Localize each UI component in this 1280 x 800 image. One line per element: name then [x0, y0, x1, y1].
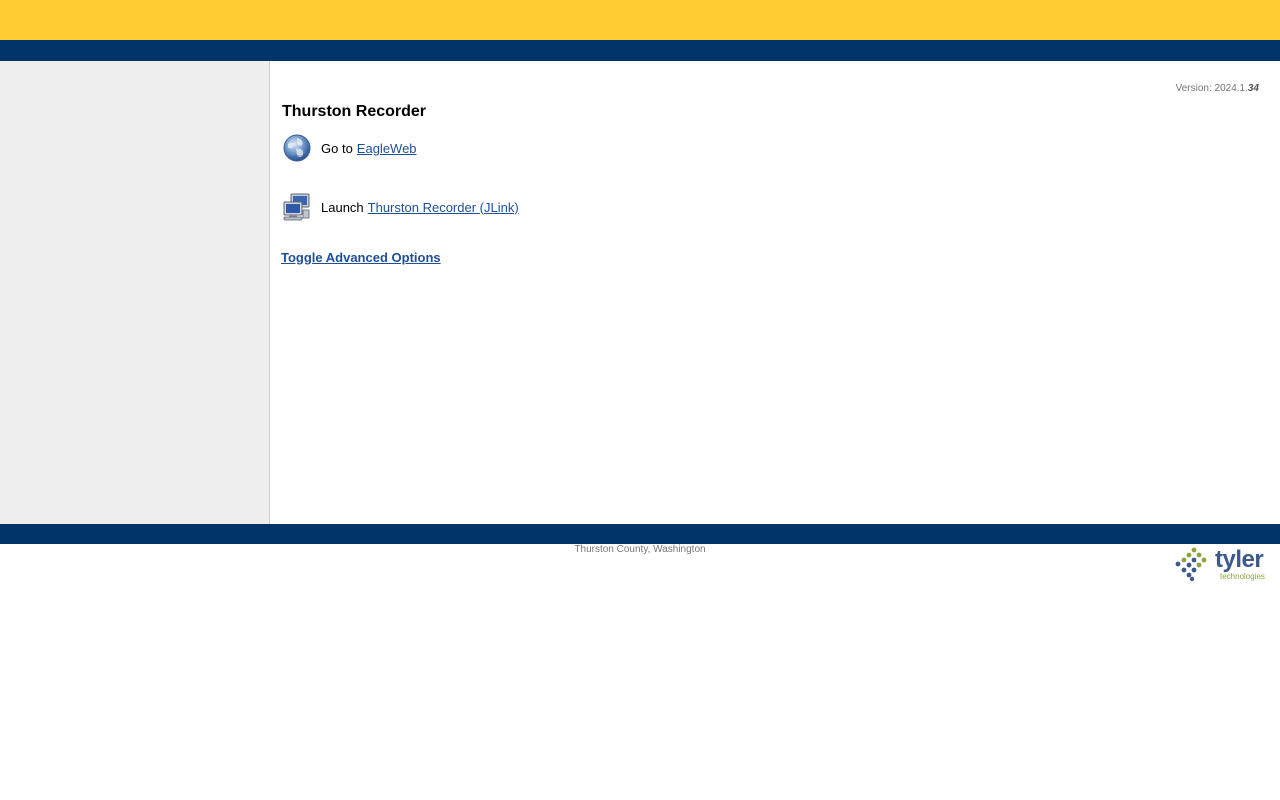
version-build: 34: [1247, 83, 1259, 94]
eagleweb-verb: Go to: [321, 140, 353, 156]
nav-bar: [0, 40, 1280, 61]
jlink-verb: Launch: [321, 199, 364, 215]
page-title: Thurston Recorder: [282, 103, 427, 120]
jlink-row: Launch Thurston Recorder (JLink): [282, 192, 519, 222]
computer-network-icon: [282, 192, 312, 222]
toggle-advanced-options-link[interactable]: Toggle Advanced Options: [281, 250, 441, 265]
footer-bar: [0, 524, 1280, 544]
eagleweb-link[interactable]: EagleWeb: [357, 141, 417, 156]
main-content: Version: 2024.1.34 Thurston Recorder Go …: [270, 61, 1280, 524]
jlink-link[interactable]: Thurston Recorder (JLink): [368, 200, 519, 215]
sidebar: [0, 61, 270, 524]
tyler-logo-sub: technologies: [1220, 572, 1265, 581]
tyler-logo-icon: [1175, 547, 1207, 582]
county-label: Thurston County, Washington: [574, 544, 706, 555]
version-prefix: Version: 2024.1.: [1175, 83, 1248, 94]
tyler-logo: tyler technologies: [1174, 546, 1278, 582]
eagleweb-row: Go to EagleWeb: [282, 133, 417, 163]
globe-icon: [282, 133, 312, 163]
top-banner: [0, 0, 1280, 40]
version-label: Version: 2024.1.34: [1176, 83, 1259, 94]
tyler-logo-word: tyler: [1215, 546, 1264, 573]
